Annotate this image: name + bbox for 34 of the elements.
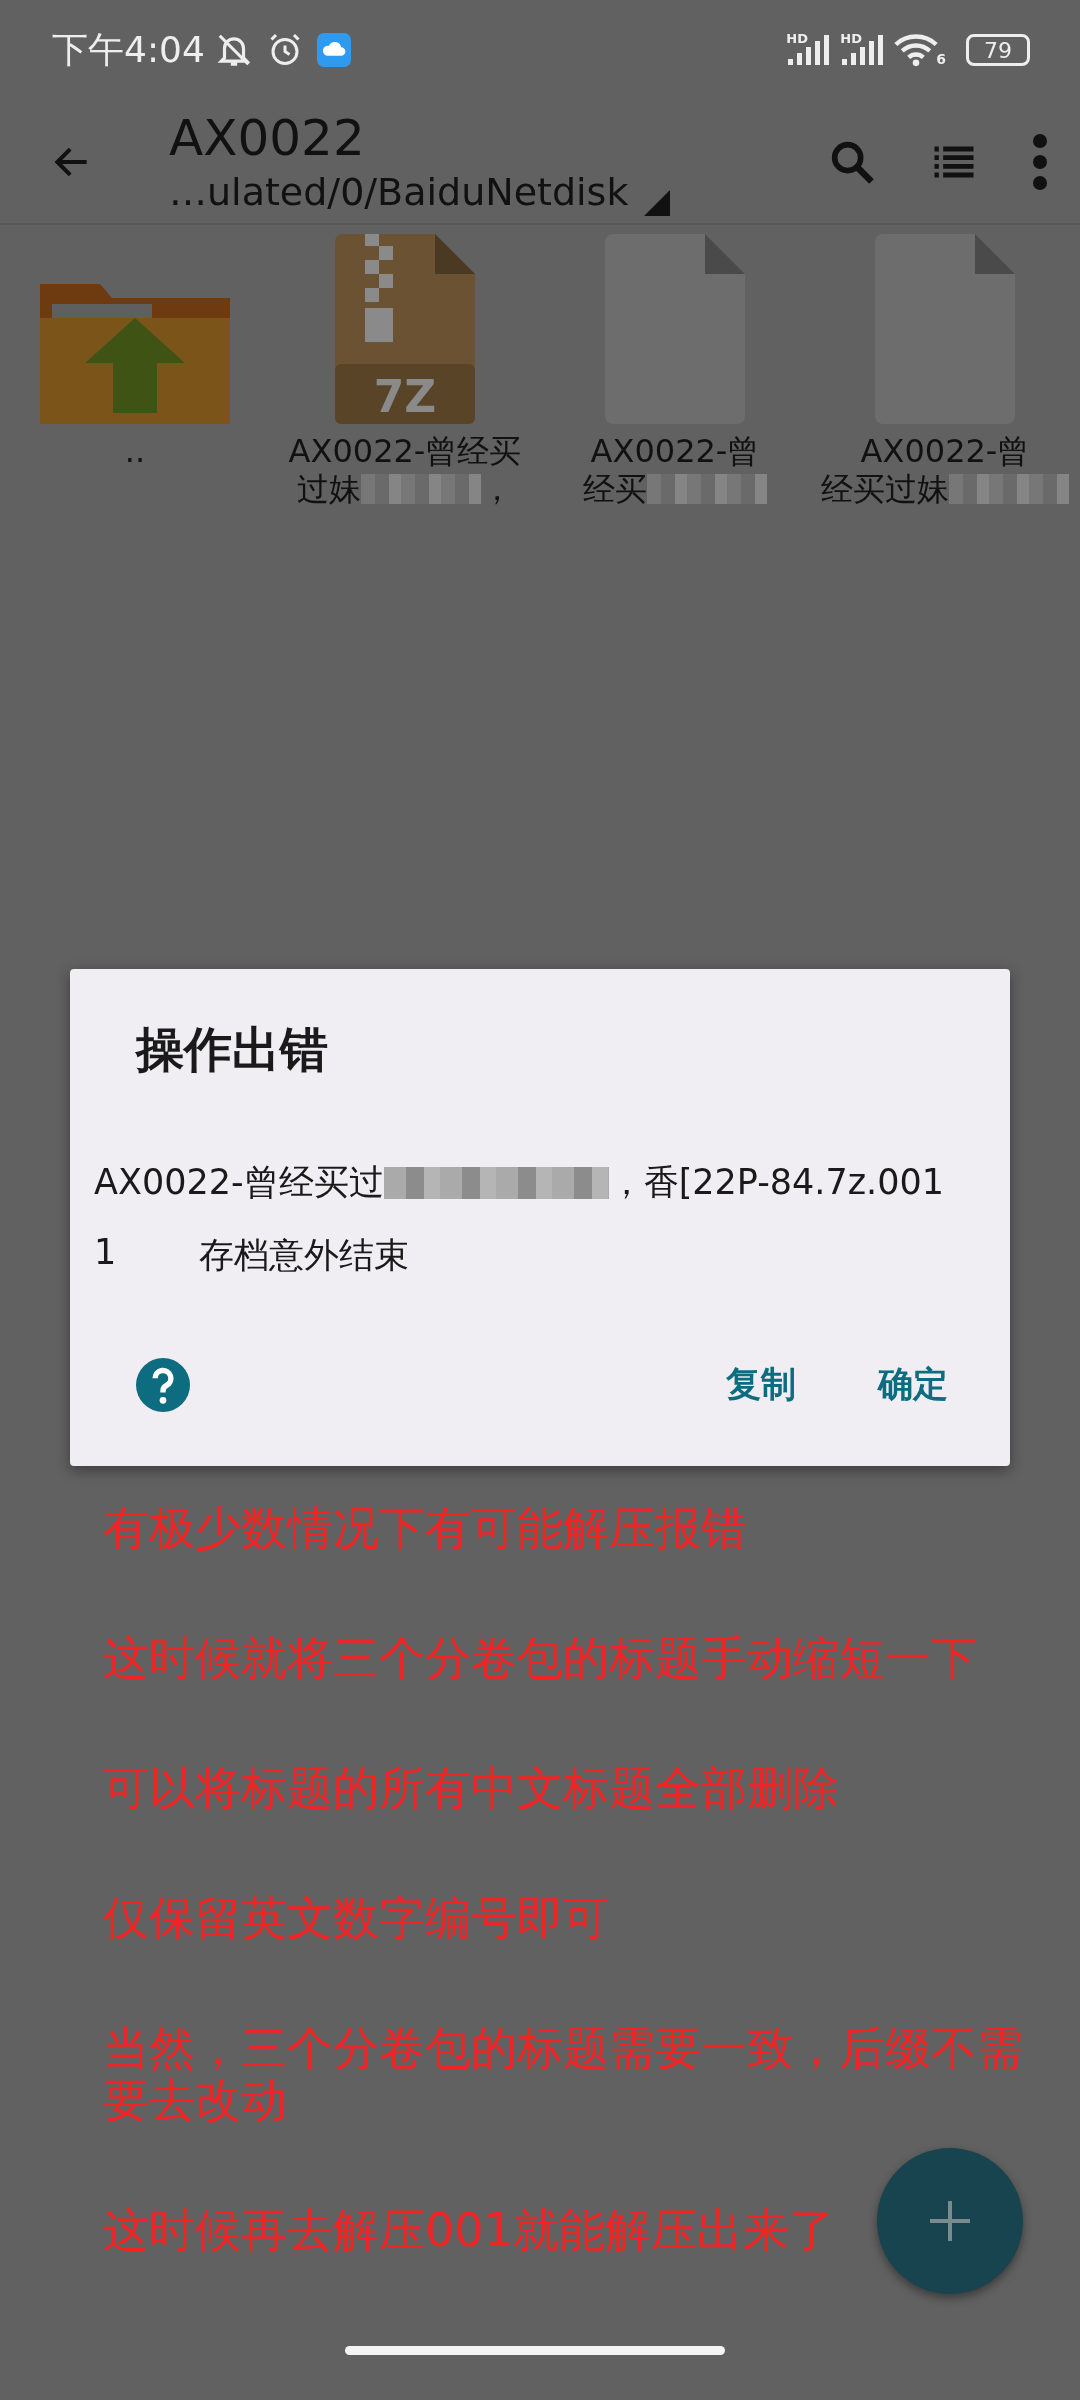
annotation-text: 当然，三个分卷包的标题需要一致，后缀不需要去改动 <box>103 2022 1024 2126</box>
dialog-title: 操作出错 <box>134 1020 329 1079</box>
folder-path: …ulated/0/BaiduNetdisk <box>169 168 629 216</box>
error-description: 存档意外结束 <box>199 1234 409 1277</box>
annotation-text: 仅保留英文数字编号即可 <box>103 1892 609 1944</box>
annotation-text: 这时候就将三个分卷包的标题手动缩短一下 <box>103 1632 977 1684</box>
error-code: 1 <box>94 1232 118 1274</box>
clock-time: 下午4:04 <box>52 27 205 72</box>
battery-icon: 79 <box>966 34 1030 66</box>
file-name: AX0022-曾经买 <box>288 432 522 470</box>
annotation-text: 可以将标题的所有中文标题全部删除 <box>103 1762 839 1814</box>
help-icon[interactable] <box>136 1357 190 1412</box>
dialog-button[interactable]: 复制 <box>706 1351 816 1418</box>
dialog-button[interactable]: 确定 <box>858 1351 968 1418</box>
folder-title: AX0022 <box>169 107 366 168</box>
add-icon[interactable] <box>930 2201 970 2241</box>
file-name: 过妹 <box>297 470 361 508</box>
file-icon <box>875 234 1015 424</box>
file-name: ， <box>481 470 513 508</box>
error-message: AX0022-曾经买过 <box>94 1161 384 1204</box>
dropdown-triangle-icon[interactable] <box>644 189 671 216</box>
error-message: ，香[22P-84.7z.001 <box>608 1161 944 1204</box>
file-name: 经买过妹 <box>821 470 949 508</box>
annotation-text: 有极少数情况下有可能解压报错 <box>103 1502 747 1554</box>
archive-file-icon <box>335 234 475 424</box>
file-name: 经买 <box>583 470 647 508</box>
annotation-text: 这时候再去解压001就能解压出来了 <box>103 2204 835 2256</box>
cloud-app-icon <box>316 33 351 67</box>
file-name: .. <box>124 432 146 470</box>
file-name: AX0022-曾 <box>590 432 760 470</box>
file-icon <box>605 234 745 424</box>
more-options-icon[interactable] <box>1030 133 1050 190</box>
file-name: AX0022-曾 <box>860 432 1030 470</box>
file-type-label: 7Z <box>372 371 438 422</box>
